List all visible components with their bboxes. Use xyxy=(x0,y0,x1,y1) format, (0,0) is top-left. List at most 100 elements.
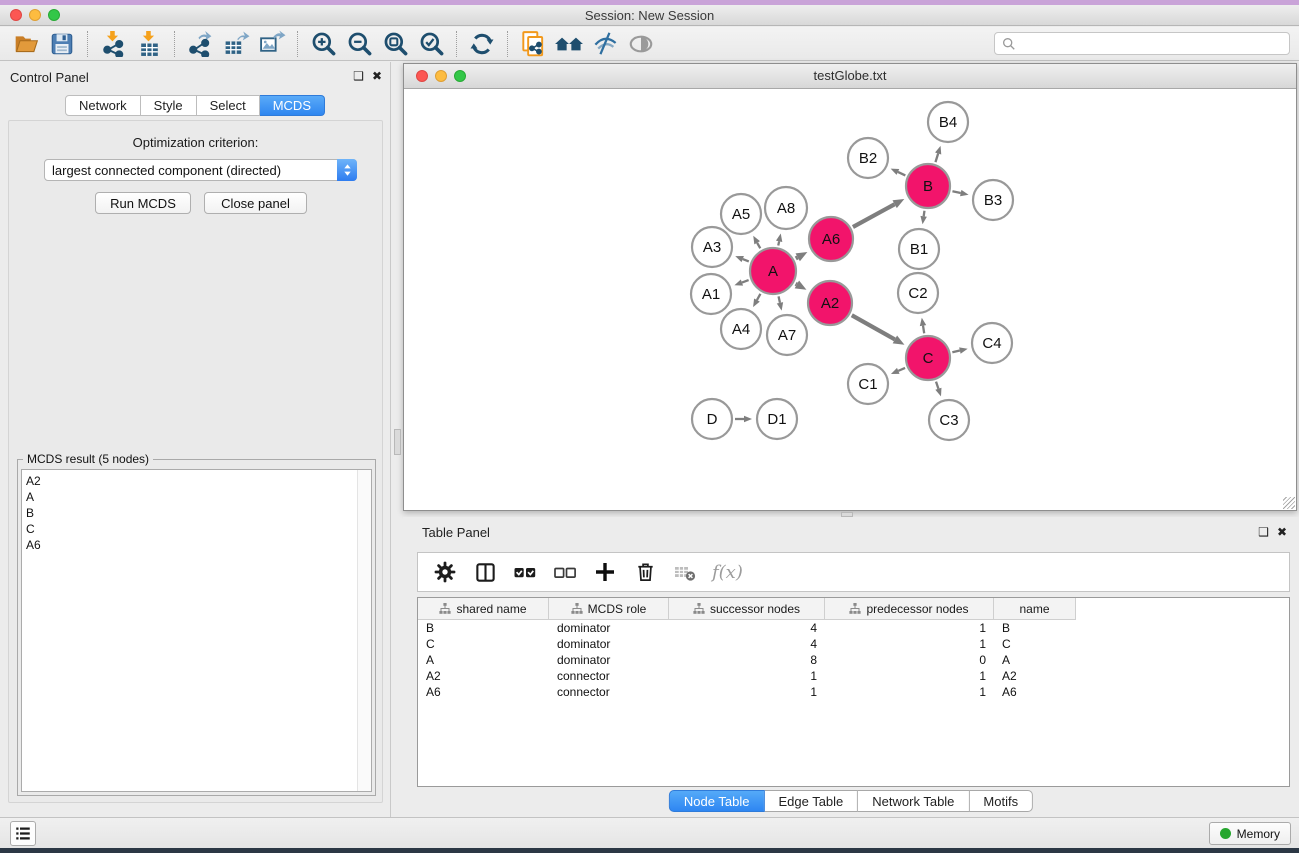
graph-node-C4[interactable]: C4 xyxy=(972,323,1012,363)
table-cell[interactable]: 1 xyxy=(669,668,825,684)
graph-node-C3[interactable]: C3 xyxy=(929,400,969,440)
graph-node-A7[interactable]: A7 xyxy=(767,315,807,355)
graph-node-A5[interactable]: A5 xyxy=(721,194,761,234)
network-graph[interactable]: B4B2BB3A5A8A3A6B1AA1A2C2A4A7CC4C1C3DD1 xyxy=(404,89,1296,510)
memory-button[interactable]: Memory xyxy=(1209,822,1291,845)
graph-edge-A-A1[interactable] xyxy=(734,279,748,285)
deselect-all-button[interactable] xyxy=(548,556,582,588)
table-cell[interactable]: 1 xyxy=(825,620,994,636)
mcds-result-item[interactable]: A xyxy=(22,489,371,505)
table-row[interactable]: A6connector11A6 xyxy=(418,684,1289,700)
vertical-divider-handle[interactable] xyxy=(394,429,401,455)
mcds-result-item[interactable]: B xyxy=(22,505,371,521)
close-panel-button[interactable]: Close panel xyxy=(204,192,307,214)
graph-node-B4[interactable]: B4 xyxy=(928,102,968,142)
tab-select[interactable]: Select xyxy=(197,95,260,116)
tab-edge-table[interactable]: Edge Table xyxy=(764,790,858,812)
export-table-button[interactable] xyxy=(218,29,254,59)
graph-edge-A-A8[interactable] xyxy=(776,233,782,245)
table-cell[interactable]: B xyxy=(418,620,549,636)
show-columns-button[interactable] xyxy=(468,556,502,588)
network-window-titlebar[interactable]: testGlobe.txt xyxy=(404,64,1296,89)
import-network-button[interactable] xyxy=(95,29,131,59)
table-cell[interactable]: 4 xyxy=(669,636,825,652)
graph-edge-B-B4[interactable] xyxy=(935,146,941,162)
table-cell[interactable]: 1 xyxy=(825,668,994,684)
mcds-result-item[interactable]: C xyxy=(22,521,371,537)
graph-node-B2[interactable]: B2 xyxy=(848,138,888,178)
search-field[interactable] xyxy=(994,32,1290,55)
graph-edge-A-A5[interactable] xyxy=(753,236,760,249)
tab-motifs[interactable]: Motifs xyxy=(969,790,1033,812)
graph-edge-A2-C[interactable] xyxy=(852,315,905,345)
column-header-predecessor-nodes[interactable]: predecessor nodes xyxy=(825,598,994,620)
graph-node-B1[interactable]: B1 xyxy=(899,229,939,269)
table-cell[interactable]: C xyxy=(418,636,549,652)
table-cell[interactable]: A xyxy=(994,652,1076,668)
mcds-result-item[interactable]: A6 xyxy=(22,537,371,553)
table-cell[interactable]: B xyxy=(994,620,1076,636)
function-builder-button[interactable]: f(x) xyxy=(712,562,743,583)
export-network-button[interactable] xyxy=(182,29,218,59)
column-header-MCDS-role[interactable]: MCDS role xyxy=(549,598,669,620)
table-cell[interactable]: A xyxy=(418,652,549,668)
graph-node-A1[interactable]: A1 xyxy=(691,274,731,314)
table-cell[interactable]: 4 xyxy=(669,620,825,636)
graph-node-B3[interactable]: B3 xyxy=(973,180,1013,220)
table-cell[interactable]: dominator xyxy=(549,652,669,668)
table-settings-button[interactable] xyxy=(428,556,462,588)
table-row[interactable]: Cdominator41C xyxy=(418,636,1289,652)
graph-node-D[interactable]: D xyxy=(692,399,732,439)
graph-edge-A-A6[interactable] xyxy=(796,252,808,261)
table-cell[interactable]: A2 xyxy=(994,668,1076,684)
column-header-name[interactable]: name xyxy=(994,598,1076,620)
graph-edge-B-B2[interactable] xyxy=(891,169,906,176)
table-row[interactable]: Adominator80A xyxy=(418,652,1289,668)
graph-edge-C-C2[interactable] xyxy=(920,318,926,334)
graph-edge-C-C1[interactable] xyxy=(891,368,905,374)
graph-node-A[interactable]: A xyxy=(750,248,796,294)
table-cell[interactable]: C xyxy=(994,636,1076,652)
graph-node-D1[interactable]: D1 xyxy=(757,399,797,439)
search-input[interactable] xyxy=(1021,37,1289,51)
import-table-button[interactable] xyxy=(131,29,167,59)
open-session-button[interactable] xyxy=(8,29,44,59)
graph-edge-A-A4[interactable] xyxy=(753,294,760,307)
run-mcds-button[interactable]: Run MCDS xyxy=(95,192,191,214)
float-panel-icon[interactable]: ❑ xyxy=(1258,525,1269,539)
table-cell[interactable]: 1 xyxy=(669,684,825,700)
table-cell[interactable]: 1 xyxy=(825,636,994,652)
graph-node-A6[interactable]: A6 xyxy=(809,217,853,261)
zoom-fit-button[interactable] xyxy=(377,29,413,59)
show-graphics-details-button[interactable] xyxy=(623,29,659,59)
graph-node-C[interactable]: C xyxy=(906,336,950,380)
column-header-successor-nodes[interactable]: successor nodes xyxy=(669,598,825,620)
graph-edge-C-C3[interactable] xyxy=(935,382,941,397)
show-all-networks-button[interactable] xyxy=(551,29,587,59)
criterion-select[interactable]: largest connected component (directed) xyxy=(44,159,357,181)
graph-node-A8[interactable]: A8 xyxy=(765,187,807,229)
graph-edge-A-A7[interactable] xyxy=(777,296,783,310)
table-cell[interactable]: 8 xyxy=(669,652,825,668)
export-image-button[interactable] xyxy=(254,29,290,59)
select-all-button[interactable] xyxy=(508,556,542,588)
graph-edge-D-D1[interactable] xyxy=(735,416,752,423)
zoom-in-button[interactable] xyxy=(305,29,341,59)
graph-edge-B-B1[interactable] xyxy=(920,211,926,225)
duplicate-network-button[interactable] xyxy=(515,29,551,59)
network-canvas[interactable]: B4B2BB3A5A8A3A6B1AA1A2C2A4A7CC4C1C3DD1 xyxy=(404,89,1296,510)
table-cell[interactable]: dominator xyxy=(549,620,669,636)
mcds-result-item[interactable]: A2 xyxy=(22,473,371,489)
tab-style[interactable]: Style xyxy=(141,95,197,116)
table-cell[interactable]: dominator xyxy=(549,636,669,652)
hide-annotations-button[interactable] xyxy=(587,29,623,59)
table-cell[interactable]: 0 xyxy=(825,652,994,668)
graph-edge-A-A3[interactable] xyxy=(735,256,749,262)
graph-node-B[interactable]: B xyxy=(906,164,950,208)
close-panel-icon[interactable]: ✖ xyxy=(372,69,382,83)
tab-node-table[interactable]: Node Table xyxy=(669,790,765,812)
result-scrollbar[interactable] xyxy=(357,470,371,791)
delete-table-button[interactable] xyxy=(668,556,702,588)
add-column-button[interactable] xyxy=(588,556,622,588)
column-header-shared-name[interactable]: shared name xyxy=(418,598,549,620)
